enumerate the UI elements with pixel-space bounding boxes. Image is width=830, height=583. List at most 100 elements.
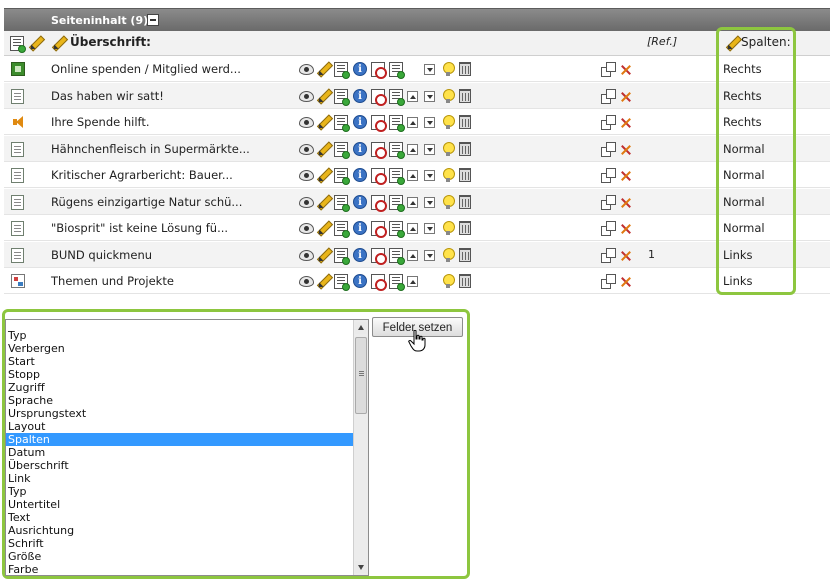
eye-icon[interactable] (299, 90, 314, 102)
list-item[interactable]: Ursprungstext (6, 407, 353, 420)
list-item[interactable]: Link (6, 472, 353, 485)
new-record-icon[interactable] (334, 141, 350, 159)
new-record-icon[interactable] (334, 88, 350, 106)
copy-icon[interactable] (601, 115, 616, 130)
move-up-icon[interactable] (407, 90, 418, 102)
scissors-icon[interactable] (619, 275, 633, 289)
eye-icon[interactable] (299, 170, 314, 181)
pencil-icon[interactable] (316, 195, 331, 210)
row-title[interactable]: Hähnchenfleisch in Supermärkte... (51, 142, 250, 156)
text-content-icon[interactable] (11, 194, 24, 210)
eye-icon[interactable] (299, 276, 314, 287)
history-icon[interactable] (371, 247, 387, 265)
pencil-icon[interactable] (316, 62, 331, 77)
new-record-icon[interactable] (334, 194, 350, 212)
scissors-icon[interactable] (619, 63, 633, 77)
pencil-icon[interactable] (316, 142, 331, 157)
new-record-icon[interactable] (334, 274, 350, 291)
list-item[interactable]: Sprache (6, 394, 353, 407)
move-down-icon[interactable] (424, 223, 435, 234)
list-item[interactable]: Farbe (6, 563, 353, 575)
list-item[interactable]: Verbergen (6, 342, 353, 355)
pencil-icon[interactable] (316, 248, 331, 263)
list-item[interactable]: Überschrift (6, 459, 353, 472)
move-down-icon[interactable] (424, 249, 435, 261)
info-icon[interactable]: i (353, 168, 367, 182)
copy-icon[interactable] (601, 62, 616, 77)
scissors-icon[interactable] (619, 116, 633, 130)
new-record-icon[interactable] (334, 62, 350, 79)
list-item[interactable]: Untertitel (6, 498, 353, 511)
info-icon[interactable]: i (353, 141, 367, 156)
eye-icon[interactable] (299, 117, 314, 128)
move-down-icon[interactable] (424, 117, 435, 128)
bulb-icon[interactable] (442, 62, 455, 77)
pencil-icon[interactable] (316, 221, 331, 236)
move-down-icon[interactable] (424, 143, 435, 155)
scissors-icon[interactable] (619, 169, 633, 183)
move-down-icon[interactable] (424, 64, 435, 75)
text-content-icon[interactable] (11, 88, 24, 104)
copy-icon[interactable] (601, 194, 616, 210)
info-icon[interactable]: i (353, 274, 367, 288)
copy-icon[interactable] (601, 141, 616, 157)
new-content-icon[interactable] (389, 168, 405, 185)
move-up-icon[interactable] (407, 117, 418, 128)
menu-content-icon[interactable] (11, 274, 25, 288)
history-icon[interactable] (371, 62, 387, 79)
row-title[interactable]: BUND quickmenu (51, 248, 152, 262)
copy-icon[interactable] (601, 274, 616, 289)
list-item[interactable]: Größe (6, 550, 353, 563)
eye-icon[interactable] (299, 196, 314, 208)
list-item[interactable]: Typ (6, 329, 353, 342)
history-icon[interactable] (371, 115, 387, 132)
list-item[interactable]: Start (6, 355, 353, 368)
field-select-list[interactable]: Typ Verbergen Start Stopp Zugriff Sprache Ursp… (5, 319, 369, 576)
info-icon[interactable]: i (353, 221, 367, 235)
history-icon[interactable] (371, 141, 387, 159)
scroll-thumb[interactable] (355, 337, 367, 414)
row-title[interactable]: Online spenden / Mitglied werd... (51, 62, 241, 76)
row-title[interactable]: "Biosprit" ist keine Lösung fü... (51, 221, 228, 235)
copy-icon[interactable] (601, 247, 616, 263)
new-record-icon[interactable] (334, 115, 350, 132)
row-title[interactable]: Ihre Spende hilft. (51, 115, 150, 129)
text-content-icon[interactable] (11, 247, 24, 263)
list-item[interactable]: Spalten (6, 433, 353, 446)
move-down-icon[interactable] (424, 196, 435, 208)
scissors-icon[interactable] (619, 222, 633, 236)
new-content-icon[interactable] (389, 115, 405, 132)
info-icon[interactable]: i (353, 88, 367, 103)
bulb-icon[interactable] (442, 115, 455, 130)
history-icon[interactable] (371, 88, 387, 106)
text-content-icon[interactable] (11, 168, 24, 183)
bulb-icon[interactable] (442, 221, 455, 236)
row-title[interactable]: Rügens einzigartige Natur schü... (51, 195, 242, 209)
history-icon[interactable] (371, 194, 387, 212)
move-down-icon[interactable] (424, 170, 435, 181)
new-content-icon[interactable] (389, 88, 405, 106)
trash-icon[interactable] (459, 194, 471, 209)
scroll-up-icon[interactable] (355, 322, 367, 334)
new-record-icon[interactable] (334, 168, 350, 185)
list-item[interactable]: Zugriff (6, 381, 353, 394)
scissors-icon[interactable] (619, 196, 633, 210)
eye-icon[interactable] (299, 143, 314, 155)
new-content-icon[interactable] (389, 274, 405, 291)
new-record-icon[interactable] (10, 36, 26, 53)
text-content-icon[interactable] (11, 221, 24, 236)
collapse-icon[interactable] (147, 14, 159, 26)
list-item[interactable]: Text (6, 511, 353, 524)
scissors-icon[interactable] (619, 249, 633, 263)
move-down-icon[interactable] (424, 90, 435, 102)
bulb-icon[interactable] (442, 194, 455, 210)
bulb-icon[interactable] (442, 274, 455, 289)
list-item[interactable]: Ausrichtung (6, 524, 353, 537)
info-icon[interactable]: i (353, 194, 367, 209)
list-item[interactable]: Layout (6, 420, 353, 433)
pencil-icon[interactable] (316, 89, 331, 104)
bulb-icon[interactable] (442, 247, 455, 263)
row-title[interactable]: Themen und Projekte (51, 274, 174, 288)
history-icon[interactable] (371, 274, 387, 291)
move-up-icon[interactable] (407, 170, 418, 181)
